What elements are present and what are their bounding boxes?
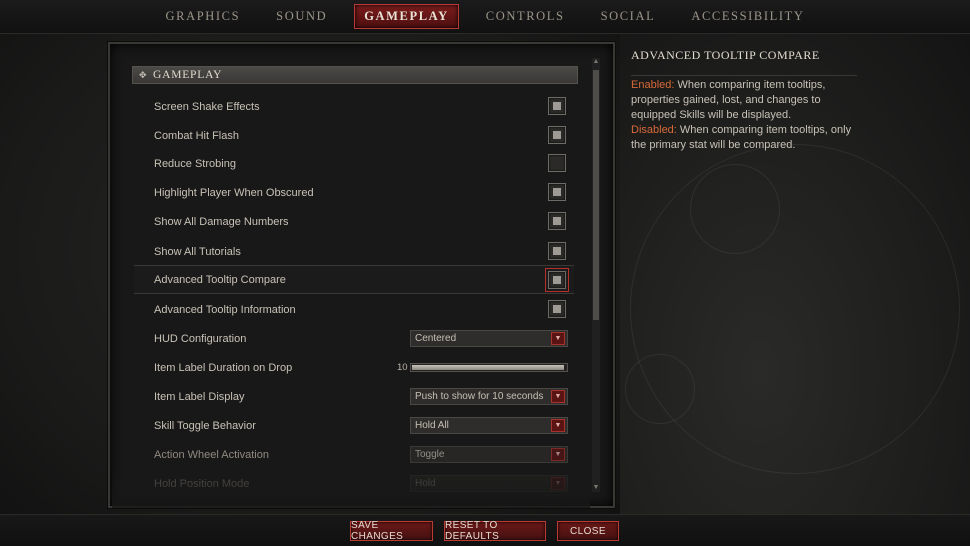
setting-row: Screen Shake Effects — [134, 92, 570, 121]
chevron-down-icon[interactable]: ▼ — [551, 448, 565, 461]
setting-label: Highlight Player When Obscured — [154, 186, 314, 199]
setting-label: Item Label Duration on Drop — [154, 361, 293, 374]
close-button[interactable]: CLOSE — [557, 521, 619, 541]
dropdown-value: Hold All — [415, 420, 449, 431]
chevron-down-icon[interactable]: ▼ — [551, 390, 565, 403]
scroll-down-icon[interactable]: ▼ — [592, 484, 600, 492]
advanced-tooltip-compare-checkbox[interactable] — [545, 268, 569, 292]
setting-label: HUD Configuration — [154, 332, 247, 345]
setting-label: Advanced Tooltip Compare — [154, 273, 286, 286]
action-wheel-dropdown[interactable]: Toggle ▼ — [410, 446, 568, 463]
setting-row: Highlight Player When Obscured — [134, 178, 570, 207]
disabled-label: Disabled: — [631, 124, 677, 136]
setting-row: Show All Damage Numbers — [134, 207, 570, 236]
tab-social[interactable]: SOCIAL — [592, 5, 665, 28]
reduce-strobing-checkbox[interactable] — [548, 154, 566, 172]
slider-fill — [412, 365, 564, 370]
section-header-gameplay[interactable]: ✥ GAMEPLAY — [132, 66, 578, 84]
setting-row: Combat Hit Flash — [134, 121, 570, 150]
dropdown-value: Hold — [415, 478, 436, 489]
setting-row: Item Label Display Push to show for 10 s… — [134, 382, 570, 411]
tab-sound[interactable]: SOUND — [267, 5, 336, 28]
setting-label: Hold Position Mode — [154, 477, 250, 490]
setting-row: HUD Configuration Centered ▼ — [134, 324, 570, 353]
setting-label: Action Wheel Activation — [154, 448, 269, 461]
advanced-tooltip-info-checkbox[interactable] — [548, 300, 566, 318]
item-label-duration-slider[interactable] — [410, 363, 568, 372]
setting-row: Skill Toggle Behavior Hold All ▼ — [134, 411, 570, 440]
dropdown-value: Push to show for 10 seconds — [415, 391, 544, 402]
decorative-rune-circle — [625, 354, 695, 424]
slider-value: 10 — [397, 362, 408, 373]
setting-label: Reduce Strobing — [154, 157, 236, 170]
setting-label: Show All Tutorials — [154, 245, 241, 258]
description-title: ADVANCED TOOLTIP COMPARE — [631, 48, 857, 76]
setting-label: Item Label Display — [154, 390, 245, 403]
reset-defaults-button[interactable]: RESET TO DEFAULTS — [444, 520, 546, 542]
skill-toggle-dropdown[interactable]: Hold All ▼ — [410, 417, 568, 434]
setting-label: Advanced Tooltip Information — [154, 303, 296, 316]
hold-position-dropdown[interactable]: Hold ▼ — [410, 475, 568, 492]
save-changes-button[interactable]: SAVE CHANGES — [350, 520, 433, 542]
decorative-rune-circle — [630, 144, 960, 474]
section-title: GAMEPLAY — [153, 69, 223, 81]
item-label-display-dropdown[interactable]: Push to show for 10 seconds ▼ — [410, 388, 568, 405]
setting-label: Screen Shake Effects — [154, 100, 260, 113]
screen-shake-checkbox[interactable] — [548, 97, 566, 115]
settings-tab-bar: GRAPHICS SOUND GAMEPLAY CONTROLS SOCIAL … — [0, 0, 970, 34]
scrollbar-thumb[interactable] — [593, 70, 599, 320]
setting-row: Hold Position Mode Hold ▼ — [134, 469, 570, 498]
combat-hit-flash-checkbox[interactable] — [548, 126, 566, 144]
tab-graphics[interactable]: GRAPHICS — [157, 5, 250, 28]
highlight-player-checkbox[interactable] — [548, 183, 566, 201]
settings-panel: ✥ GAMEPLAY Screen Shake Effects Combat H… — [108, 42, 615, 508]
chevron-down-icon[interactable]: ▼ — [551, 419, 565, 432]
setting-label: Show All Damage Numbers — [154, 215, 289, 228]
show-damage-numbers-checkbox[interactable] — [548, 212, 566, 230]
setting-row-selected[interactable]: Advanced Tooltip Compare — [134, 265, 574, 294]
setting-row: Show All Tutorials — [134, 237, 570, 266]
scroll-up-icon[interactable]: ▲ — [592, 58, 600, 66]
setting-row: Reduce Strobing — [134, 149, 570, 178]
setting-row: Item Label Duration on Drop 10 — [134, 353, 570, 382]
dropdown-value: Toggle — [415, 449, 445, 460]
setting-label: Skill Toggle Behavior — [154, 419, 256, 432]
dropdown-value: Centered — [415, 333, 457, 344]
show-tutorials-checkbox[interactable] — [548, 242, 566, 260]
tab-gameplay[interactable]: GAMEPLAY — [354, 4, 459, 29]
setting-label: Combat Hit Flash — [154, 129, 239, 142]
chevron-down-icon[interactable]: ▼ — [551, 332, 565, 345]
description-body: Enabled: When comparing item tooltips, p… — [631, 78, 861, 153]
expand-icon: ✥ — [139, 69, 147, 80]
tab-controls[interactable]: CONTROLS — [477, 5, 574, 28]
tab-accessibility[interactable]: ACCESSIBILITY — [682, 5, 813, 28]
enabled-label: Enabled: — [631, 79, 675, 91]
setting-row: Action Wheel Activation Toggle ▼ — [134, 440, 570, 469]
hud-configuration-dropdown[interactable]: Centered ▼ — [410, 330, 568, 347]
setting-row: Advanced Tooltip Information — [134, 295, 570, 324]
chevron-down-icon[interactable]: ▼ — [551, 477, 565, 490]
